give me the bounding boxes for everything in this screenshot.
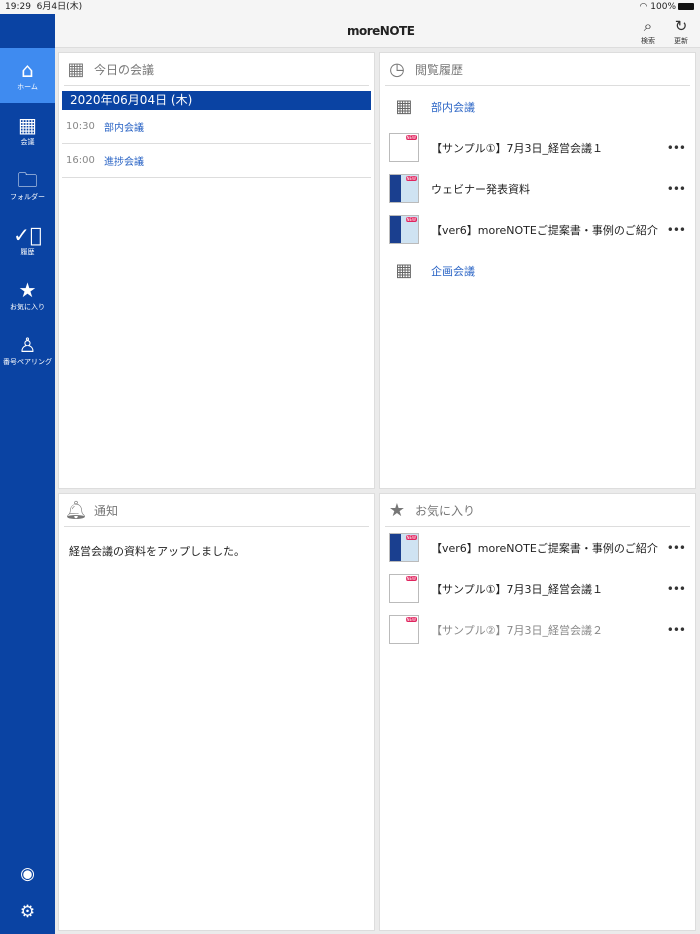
refresh-icon: ↻ xyxy=(674,17,688,35)
item-name: 【ver6】moreNOTEご提案書・事例のご紹介 xyxy=(431,223,658,237)
wifi-icon: ◠ xyxy=(639,2,648,12)
history-item[interactable]: NEW ウェビナー発表資料 ••• xyxy=(380,168,695,209)
document-thumbnail: NEW xyxy=(389,174,419,203)
sidebar-item-label: ホーム xyxy=(17,83,38,91)
settings-button[interactable]: ⚙ xyxy=(0,902,55,922)
star-icon: ★ xyxy=(18,278,37,302)
notification-panel: 🔔︎ 通知 経営会議の資料をアップしました。 xyxy=(58,493,375,931)
today-date: 2020年06月04日 (木) xyxy=(62,91,371,110)
app-header: moreNOTE ⌕ 検索 ↻ 更新 xyxy=(55,14,700,48)
sidebar-item-history[interactable]: ✓⃝ 履歴 xyxy=(0,213,55,268)
item-name: 部内会議 xyxy=(431,100,475,114)
new-badge: NEW xyxy=(405,217,417,222)
meeting-time: 10:30 xyxy=(66,121,95,132)
home-icon: ⌂ xyxy=(21,58,34,82)
item-name: 【サンプル②】7月3日_経営会議２ xyxy=(431,623,604,637)
sidebar-item-label: フォルダー xyxy=(10,193,45,201)
item-name: 【ver6】moreNOTEご提案書・事例のご紹介 xyxy=(431,541,658,555)
document-thumbnail: NEW xyxy=(389,133,419,162)
item-name: ウェビナー発表資料 xyxy=(431,182,530,196)
sidebar-item-folder[interactable]: 🗀 フォルダー xyxy=(0,158,55,213)
status-date: 6月4日(木) xyxy=(36,2,83,12)
history-panel: ◷ 閲覧履歴 ▦ 部内会議 NEW 【サンプル①】7月3日_経営会議１ ••• NEW ウ… xyxy=(379,52,696,489)
calendar-icon: ▦ xyxy=(18,113,37,137)
more-icon[interactable]: ••• xyxy=(667,182,686,196)
sidebar-item-pairing[interactable]: ♙ 番号ペアリング xyxy=(0,323,55,378)
calendar-icon: ▦ xyxy=(395,260,413,281)
history-icon: ◷ xyxy=(389,58,405,80)
gear-icon: ⚙ xyxy=(19,902,36,922)
refresh-label: 更新 xyxy=(674,37,688,45)
meeting-item[interactable]: 10:30 部内会議 xyxy=(62,110,371,144)
app-logo: moreNOTE xyxy=(347,24,415,38)
meeting-name: 進捗会議 xyxy=(104,157,144,168)
search-label: 検索 xyxy=(641,37,655,45)
favorite-item[interactable]: NEW 【サンプル①】7月3日_経営会議１ ••• xyxy=(380,568,695,609)
sidebar: ⌂ ホーム ▦ 会議 🗀 フォルダー ✓⃝ 履歴 ★ お気に入り ♙ 番号ペアリング ◉ ⚙ xyxy=(0,14,55,934)
favorite-item[interactable]: NEW 【ver6】moreNOTEご提案書・事例のご紹介 ••• xyxy=(380,527,695,568)
history-item[interactable]: NEW 【ver6】moreNOTEご提案書・事例のご紹介 ••• xyxy=(380,209,695,250)
sidebar-item-label: お気に入り xyxy=(10,303,45,311)
sidebar-item-home[interactable]: ⌂ ホーム xyxy=(0,48,55,103)
more-icon[interactable]: ••• xyxy=(667,223,686,237)
battery-icon xyxy=(678,3,694,10)
panel-title: お気に入り xyxy=(415,503,476,518)
status-bar: 19:29 6月4日(木) ◠ 100% xyxy=(0,0,700,14)
panel-title: 今日の会議 xyxy=(94,62,155,77)
sidebar-item-favorites[interactable]: ★ お気に入り xyxy=(0,268,55,323)
battery-percent: 100% xyxy=(650,2,676,12)
today-meetings-panel: ▦ 今日の会議 2020年06月04日 (木) 10:30 部内会議 16:00 進捗… xyxy=(58,52,375,489)
meeting-item[interactable]: 16:00 進捗会議 xyxy=(62,144,371,178)
more-icon[interactable]: ••• xyxy=(667,623,686,637)
user-icon: ◉ xyxy=(20,864,35,884)
search-button[interactable]: ⌕ 検索 xyxy=(633,16,663,46)
history-item[interactable]: ▦ 部内会議 xyxy=(380,86,695,127)
folder-icon: 🗀 xyxy=(17,168,38,192)
refresh-button[interactable]: ↻ 更新 xyxy=(666,16,696,46)
meeting-name: 部内会議 xyxy=(104,123,144,134)
favorite-item[interactable]: NEW 【サンプル②】7月3日_経営会議２ ••• xyxy=(380,609,695,650)
sidebar-item-label: 履歴 xyxy=(20,248,35,256)
calendar-icon: ▦ xyxy=(67,58,85,80)
sidebar-item-label: 番号ペアリング xyxy=(3,358,52,366)
new-badge: NEW xyxy=(405,135,417,140)
favorites-panel: ★ お気に入り NEW 【ver6】moreNOTEご提案書・事例のご紹介 ••• N… xyxy=(379,493,696,931)
status-time: 19:29 xyxy=(5,2,31,12)
panel-title: 閲覧履歴 xyxy=(415,62,464,77)
new-badge: NEW xyxy=(405,176,417,181)
history-item[interactable]: ▦ 企画会議 xyxy=(380,250,695,291)
star-icon: ★ xyxy=(388,499,406,521)
bell-icon: 🔔︎ xyxy=(64,499,88,521)
more-icon[interactable]: ••• xyxy=(667,582,686,596)
history-item[interactable]: NEW 【サンプル①】7月3日_経営会議１ ••• xyxy=(380,127,695,168)
new-badge: NEW xyxy=(405,576,417,581)
document-thumbnail: NEW xyxy=(389,215,419,244)
notification-message[interactable]: 経営会議の資料をアップしました。 xyxy=(59,527,374,575)
new-badge: NEW xyxy=(405,617,417,622)
account-button[interactable]: ◉ xyxy=(0,864,55,884)
document-thumbnail: NEW xyxy=(389,574,419,603)
meeting-time: 16:00 xyxy=(66,155,95,166)
panel-title: 通知 xyxy=(94,503,119,518)
item-name: 【サンプル①】7月3日_経営会議１ xyxy=(431,141,604,155)
search-icon: ⌕ xyxy=(643,17,653,35)
item-name: 【サンプル①】7月3日_経営会議１ xyxy=(431,582,604,596)
pairing-icon: ♙ xyxy=(18,333,37,357)
history-icon: ✓⃝ xyxy=(13,223,42,247)
calendar-icon: ▦ xyxy=(395,96,413,117)
item-name: 企画会議 xyxy=(431,264,475,278)
document-thumbnail: NEW xyxy=(389,615,419,644)
more-icon[interactable]: ••• xyxy=(667,141,686,155)
sidebar-item-label: 会議 xyxy=(20,138,35,146)
sidebar-item-meetings[interactable]: ▦ 会議 xyxy=(0,103,55,158)
document-thumbnail: NEW xyxy=(389,533,419,562)
more-icon[interactable]: ••• xyxy=(667,541,686,555)
new-badge: NEW xyxy=(405,535,417,540)
